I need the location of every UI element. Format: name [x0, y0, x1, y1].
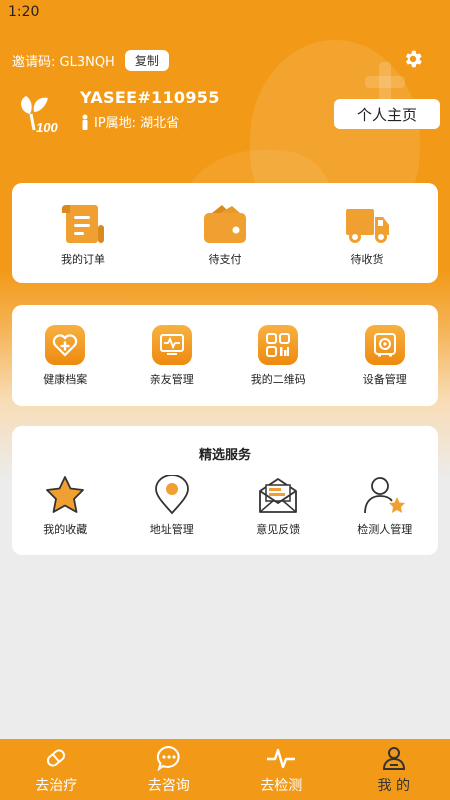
family-management-item[interactable]: 亲友管理 — [122, 325, 222, 387]
family-monitor-icon — [151, 325, 192, 365]
tab-detect[interactable]: 去检测 — [225, 739, 338, 800]
copy-button[interactable]: 复制 — [124, 50, 169, 71]
qr-code-label: 我的二维码 — [250, 373, 306, 386]
device-management-item[interactable]: 设备管理 — [335, 325, 435, 387]
my-orders-label: 我的订单 — [61, 253, 105, 266]
wallet-icon — [204, 205, 246, 243]
ip-location: IP属地: 湖北省 — [80, 112, 220, 131]
tab-treatment-label: 去治疗 — [35, 778, 78, 794]
tab-consult-label: 去咨询 — [147, 778, 190, 794]
health-record-icon — [45, 325, 86, 365]
services-title: 精选服务 — [198, 448, 251, 463]
favorites-label: 我的收藏 — [43, 523, 88, 536]
services-card: 精选服务 我的收藏 地址管理 意见反馈 检测人管理 — [12, 426, 438, 555]
star-icon — [46, 476, 85, 513]
invite-row: 邀请码: GL3NQH 复制 — [12, 50, 169, 71]
qr-code-icon — [258, 325, 299, 365]
favorites-item[interactable]: 我的收藏 — [15, 475, 115, 537]
tab-consult[interactable]: 去咨询 — [113, 739, 226, 800]
qr-code-item[interactable]: 我的二维码 — [228, 325, 328, 387]
location-pin-icon — [154, 475, 189, 515]
person-small-icon — [82, 114, 88, 130]
bottom-tab-bar: 去治疗 去咨询 去检测 我 的 — [0, 739, 450, 800]
chat-icon — [156, 745, 180, 771]
tester-management-item[interactable]: 检测人管理 — [335, 475, 435, 537]
my-orders-item[interactable]: 我的订单 — [33, 203, 133, 267]
pending-delivery-item[interactable]: 待收货 — [317, 203, 417, 267]
pending-payment-label: 待支付 — [208, 253, 242, 266]
tab-mine-label: 我 的 — [377, 778, 410, 794]
pulse-icon — [267, 748, 296, 769]
decor-plus — [365, 62, 405, 102]
management-card: 健康档案 亲友管理 我的二维码 设备管理 — [12, 305, 438, 406]
feedback-label: 意见反馈 — [256, 523, 301, 536]
truck-icon — [346, 209, 389, 243]
feedback-item[interactable]: 意见反馈 — [228, 475, 328, 537]
pending-payment-item[interactable]: 待支付 — [175, 203, 275, 267]
orders-card: 我的订单 待支付 待收货 — [12, 183, 438, 283]
device-icon — [364, 325, 405, 365]
profile-block: 100 YASEE#110955 IP属地: 湖北省 — [18, 88, 220, 138]
family-management-label: 亲友管理 — [149, 373, 194, 386]
settings-gear-icon[interactable] — [402, 48, 424, 70]
order-scroll-icon — [62, 205, 104, 243]
avatar-logo: 100 — [18, 92, 68, 138]
health-record-item[interactable]: 健康档案 — [15, 325, 115, 387]
username: YASEE#110955 — [80, 88, 220, 107]
device-management-label: 设备管理 — [362, 373, 407, 386]
pill-icon — [47, 749, 66, 767]
address-label: 地址管理 — [149, 523, 194, 536]
pending-delivery-label: 待收货 — [350, 253, 384, 266]
tester-management-label: 检测人管理 — [357, 523, 413, 536]
tester-person-icon — [363, 477, 405, 514]
tab-mine[interactable]: 我 的 — [338, 739, 450, 800]
address-item[interactable]: 地址管理 — [122, 475, 222, 537]
ip-location-text: IP属地: 湖北省 — [94, 116, 180, 131]
homepage-button[interactable]: 个人主页 — [334, 99, 440, 129]
tab-detect-label: 去检测 — [260, 778, 303, 794]
feedback-envelope-icon — [259, 478, 298, 513]
invite-code: 邀请码: GL3NQH — [12, 55, 115, 70]
health-record-label: 健康档案 — [43, 373, 88, 386]
svg-text:100: 100 — [36, 120, 58, 135]
status-time: 1:20 — [8, 4, 40, 20]
tab-treatment[interactable]: 去治疗 — [0, 739, 113, 800]
person-icon — [382, 747, 405, 770]
